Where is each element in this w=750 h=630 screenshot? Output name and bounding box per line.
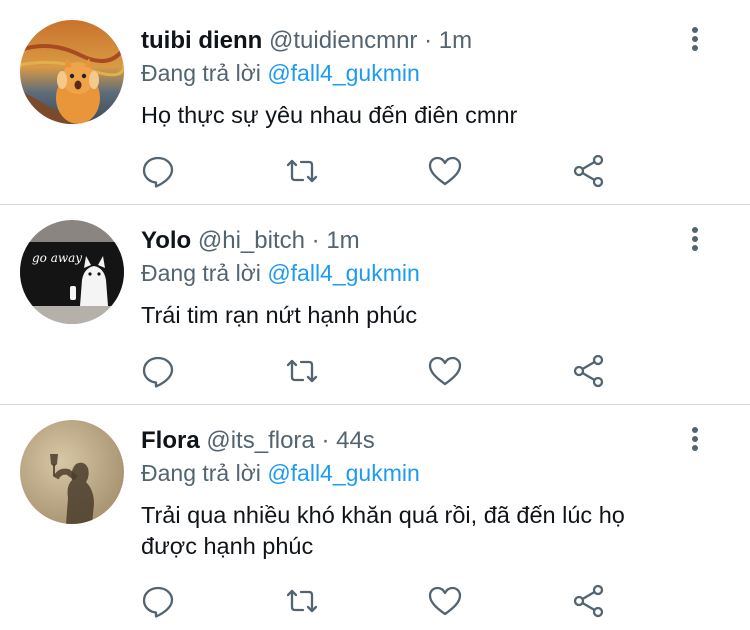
retweet-icon[interactable] (284, 353, 320, 389)
like-icon[interactable] (427, 353, 463, 389)
tweet-3[interactable]: Flora @its_flora · 44s Đang trả lời @fal… (0, 400, 750, 630)
separator-dot: · (321, 427, 330, 454)
separator-dot: · (311, 227, 320, 254)
reply-icon[interactable] (140, 583, 176, 619)
timestamp[interactable]: 44s (336, 427, 375, 454)
more-options-icon[interactable] (683, 24, 707, 54)
reply-context: Đang trả lời @fall4_gukmin (141, 459, 420, 487)
tweet-text-line: được hạnh phúc (141, 533, 314, 559)
retweet-icon[interactable] (284, 583, 320, 619)
display-name[interactable]: Flora (141, 427, 200, 454)
share-icon[interactable] (571, 583, 607, 619)
avatar-text: go away (32, 251, 82, 265)
like-icon[interactable] (427, 153, 463, 189)
user-handle[interactable]: @hi_bitch (198, 227, 305, 254)
reply-prefix: Đang trả lời (141, 460, 261, 486)
share-icon[interactable] (571, 353, 607, 389)
more-options-icon[interactable] (683, 224, 707, 254)
avatar[interactable] (20, 20, 124, 124)
tweet-text: Trái tim rạn nứt hạnh phúc (141, 302, 418, 328)
tweet-header: tuibi dienn @tuidiencmnr · 1m (141, 27, 472, 55)
reply-context: Đang trả lời @fall4_gukmin (141, 259, 420, 287)
timestamp[interactable]: 1m (326, 227, 359, 254)
retweet-icon[interactable] (284, 153, 320, 189)
reply-icon[interactable] (140, 353, 176, 389)
tweet-2[interactable]: go away Yolo @hi_bitch · 1m Đang trả lời… (0, 200, 750, 404)
tweet-1[interactable]: tuibi dienn @tuidiencmnr · 1m Đang trả l… (0, 0, 750, 204)
reply-prefix: Đang trả lời (141, 260, 261, 286)
more-options-icon[interactable] (683, 424, 707, 454)
user-handle[interactable]: @its_flora (206, 427, 314, 454)
timestamp[interactable]: 1m (439, 27, 472, 54)
reply-to-link[interactable]: @fall4_gukmin (267, 60, 419, 86)
avatar[interactable]: go away (20, 220, 124, 324)
share-icon[interactable] (571, 153, 607, 189)
like-icon[interactable] (427, 583, 463, 619)
reply-to-link[interactable]: @fall4_gukmin (267, 260, 419, 286)
user-handle[interactable]: @tuidiencmnr (269, 27, 417, 54)
reply-icon[interactable] (140, 153, 176, 189)
reply-context: Đang trả lời @fall4_gukmin (141, 59, 420, 87)
tweet-text-line: Trải qua nhiều khó khăn quá rồi, đã đến … (141, 502, 625, 528)
separator-dot: · (424, 27, 433, 54)
avatar[interactable] (20, 420, 124, 524)
tweet-header: Yolo @hi_bitch · 1m (141, 227, 360, 255)
tweet-text: Trải qua nhiều khó khăn quá rồi, đã đến … (141, 500, 721, 562)
reply-prefix: Đang trả lời (141, 60, 261, 86)
tweet-text: Họ thực sự yêu nhau đến điên cmnr (141, 102, 518, 128)
display-name[interactable]: Yolo (141, 227, 191, 254)
tweet-header: Flora @its_flora · 44s (141, 427, 375, 455)
reply-to-link[interactable]: @fall4_gukmin (267, 460, 419, 486)
display-name[interactable]: tuibi dienn (141, 27, 262, 54)
